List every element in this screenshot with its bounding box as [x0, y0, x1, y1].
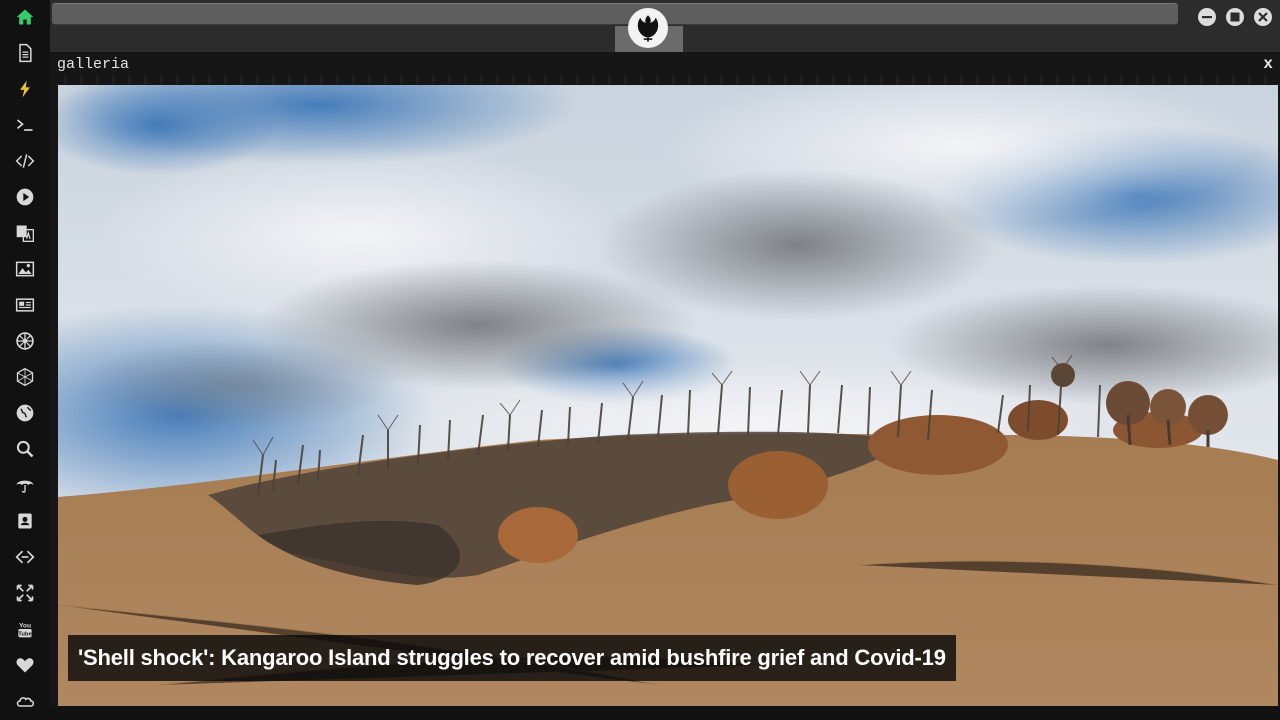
terminal-icon[interactable] [13, 113, 37, 137]
empire-icon[interactable] [13, 329, 37, 353]
hexagon-icon[interactable] [13, 365, 37, 389]
maximize-icon[interactable] [1226, 8, 1244, 26]
rebel-alliance-icon[interactable] [628, 8, 668, 48]
document-icon[interactable] [13, 41, 37, 65]
landscape-illustration [58, 85, 1278, 706]
code-icon[interactable] [13, 149, 37, 173]
newspaper-icon[interactable] [13, 293, 37, 317]
cloud-icon[interactable] [13, 689, 37, 713]
globe-icon[interactable] [13, 401, 37, 425]
link-icon[interactable] [13, 545, 37, 569]
heart-icon[interactable] [13, 653, 37, 677]
bottom-strip [50, 706, 1280, 720]
svg-text:You: You [19, 622, 31, 629]
translate-icon[interactable] [13, 221, 37, 245]
photo-caption[interactable]: 'Shell shock': Kangaroo Island struggles… [68, 635, 956, 681]
umbrella-icon[interactable] [13, 473, 37, 497]
search-icon[interactable] [13, 437, 37, 461]
gallery-photo[interactable]: 'Shell shock': Kangaroo Island struggles… [58, 85, 1278, 706]
panel-close-button[interactable]: x [1263, 55, 1273, 73]
expand-icon[interactable] [13, 581, 37, 605]
panel-title: galleria [57, 56, 130, 73]
svg-text:Tube: Tube [18, 632, 32, 638]
home-icon[interactable] [13, 5, 37, 29]
ruler-divider [50, 76, 1280, 84]
sidebar: You Tube [0, 0, 51, 720]
youtube-icon[interactable]: You Tube [13, 617, 37, 641]
minimize-icon[interactable] [1198, 8, 1216, 26]
contact-icon[interactable] [13, 509, 37, 533]
galleria-panel: galleria x 'Shell shock': Kangaroo Islan… [50, 52, 1280, 706]
address-bar[interactable] [52, 3, 1178, 25]
image-icon[interactable] [13, 257, 37, 281]
close-icon[interactable] [1254, 8, 1272, 26]
play-icon[interactable] [13, 185, 37, 209]
top-bar [50, 0, 1280, 52]
lightning-icon[interactable] [13, 77, 37, 101]
